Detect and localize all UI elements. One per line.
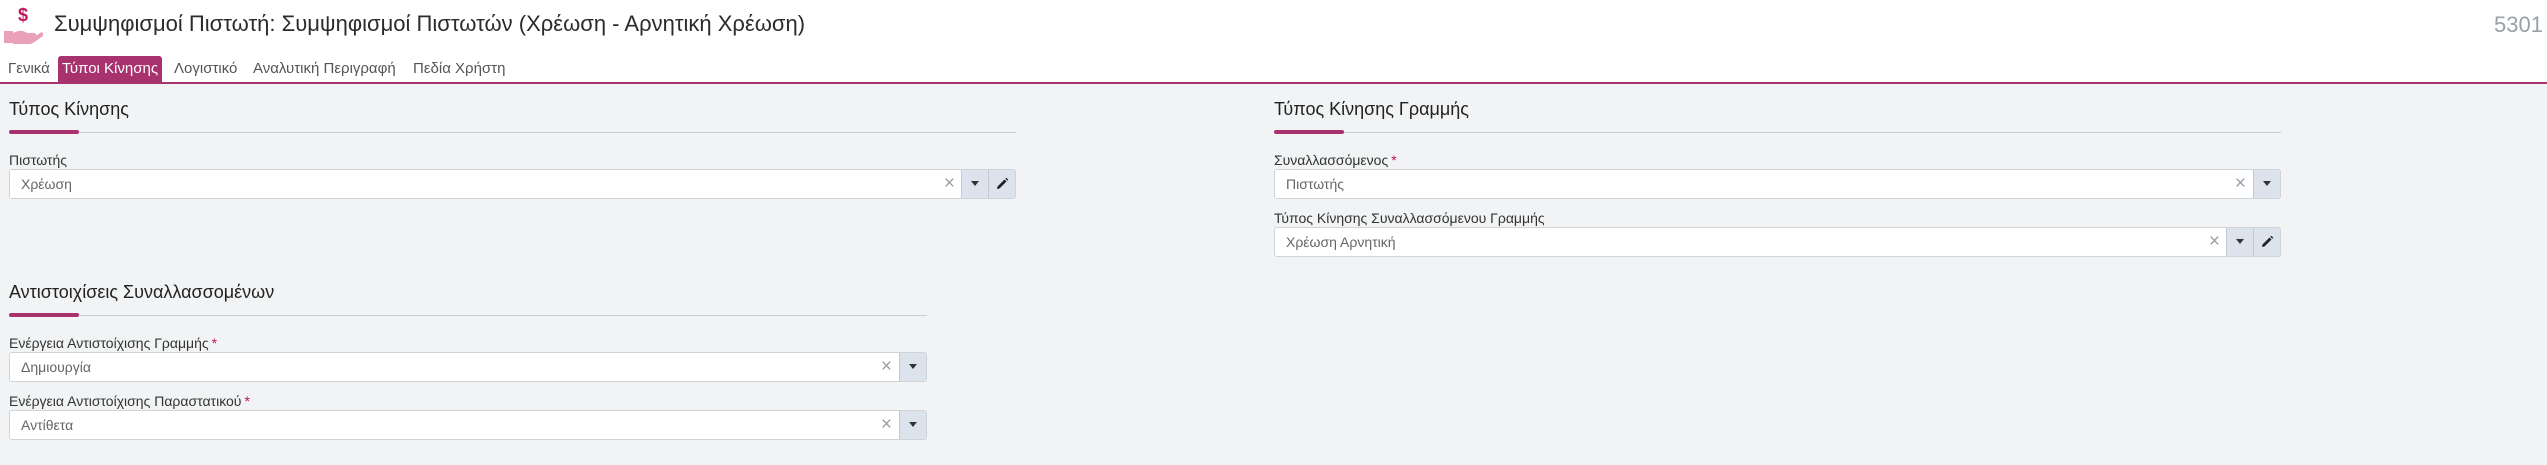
section-divider	[9, 132, 1016, 133]
tab-general[interactable]: Γενικά	[4, 56, 54, 82]
required-marker: *	[1391, 152, 1397, 168]
edit-button[interactable]	[988, 170, 1015, 198]
document-number: 5301	[2494, 12, 2543, 37]
document-mapping-action-select[interactable]: Αντίθετα ×	[9, 410, 927, 440]
counterparty-label: Συναλλασσόμενος *	[1274, 152, 1397, 168]
line-mapping-action-value: Δημιουργία	[21, 359, 91, 375]
document-mapping-action-value: Αντίθετα	[21, 417, 74, 433]
caret-down-icon	[2263, 181, 2271, 186]
required-marker: *	[211, 335, 218, 351]
dropdown-button[interactable]	[961, 170, 988, 198]
close-icon[interactable]: ×	[881, 414, 892, 436]
pencil-icon	[2262, 235, 2274, 247]
caret-down-icon	[909, 364, 917, 369]
counterparty-value: Πιστωτής	[1286, 176, 1344, 192]
tab-bar: Γενικά Τύποι Κίνησης Λογιστικό Αναλυτική…	[0, 54, 2547, 84]
dropdown-button[interactable]	[2253, 170, 2280, 198]
section-divider	[9, 315, 927, 316]
section-accent	[9, 130, 79, 134]
tab-movement-types[interactable]: Τύποι Κίνησης	[58, 56, 163, 82]
counterparty-line-type-select[interactable]: Χρέωση Αρνητική ×	[1274, 227, 2281, 257]
close-icon[interactable]: ×	[881, 356, 892, 378]
document-mapping-action-label: Ενέργεια Αντιστοίχισης Παραστατικού *	[9, 393, 250, 409]
money-hand-icon: $	[4, 5, 43, 44]
section-title-mappings: Αντιστοιχίσεις Συναλλασσομένων	[9, 282, 275, 302]
caret-down-icon	[2236, 239, 2244, 244]
counterparty-line-type-value: Χρέωση Αρνητική	[1286, 234, 1396, 250]
page-header: $ Συμψηφισμοί Πιστωτή: Συμψηφισμοί Πιστω…	[0, 0, 2547, 54]
section-accent	[1274, 130, 1344, 134]
dropdown-button[interactable]	[899, 353, 926, 381]
counterparty-line-type-label: Τύπος Κίνησης Συναλλασσόμενου Γραμμής	[1274, 210, 1545, 226]
line-mapping-action-select[interactable]: Δημιουργία ×	[9, 352, 927, 382]
close-icon[interactable]: ×	[2235, 173, 2246, 195]
tab-user-fields[interactable]: Πεδία Χρήστη	[409, 56, 509, 82]
caret-down-icon	[971, 181, 979, 186]
page-title: Συμψηφισμοί Πιστωτή: Συμψηφισμοί Πιστωτώ…	[54, 11, 806, 36]
creditor-select[interactable]: Χρέωση ×	[9, 169, 1016, 199]
dropdown-button[interactable]	[2226, 228, 2253, 256]
section-accent	[9, 313, 79, 317]
close-icon[interactable]: ×	[2209, 231, 2220, 253]
section-title-movement-type: Τύπος Κίνησης	[9, 99, 129, 119]
section-title-line-movement-type: Τύπος Κίνησης Γραμμής	[1274, 99, 1469, 119]
line-mapping-action-label: Ενέργεια Αντιστοίχισης Γραμμής *	[9, 335, 218, 351]
tab-detailed-description[interactable]: Αναλυτική Περιγραφή	[249, 56, 400, 82]
edit-button[interactable]	[2253, 228, 2280, 256]
creditor-value: Χρέωση	[21, 176, 72, 192]
tab-accounting[interactable]: Λογιστικό	[170, 56, 241, 82]
svg-text:$: $	[18, 5, 28, 25]
counterparty-select[interactable]: Πιστωτής ×	[1274, 169, 2281, 199]
dropdown-button[interactable]	[899, 411, 926, 439]
close-icon[interactable]: ×	[944, 173, 955, 195]
section-divider	[1274, 132, 2281, 133]
pencil-icon	[997, 177, 1009, 189]
caret-down-icon	[909, 422, 917, 427]
creditor-label: Πιστωτής	[9, 152, 67, 168]
required-marker: *	[244, 393, 250, 409]
